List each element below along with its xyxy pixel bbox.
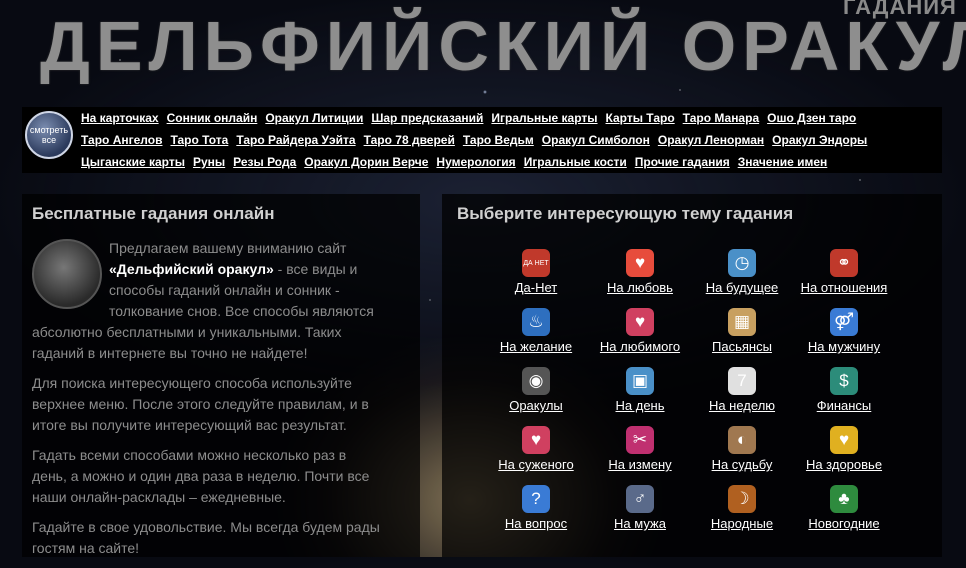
couple-icon: ⚭: [830, 249, 858, 277]
topic-item[interactable]: ◉ Оракулы: [486, 367, 586, 413]
menu-link[interactable]: Оракул Ленорман: [658, 133, 764, 147]
show-all-button[interactable]: смотреть все: [25, 111, 73, 159]
betrayal-icon: ✂: [626, 426, 654, 454]
people-icon: ⚤: [830, 308, 858, 336]
topic-item[interactable]: ♨ На желание: [486, 308, 586, 354]
clock-icon: ◷: [728, 249, 756, 277]
top-menu: смотреть все На карточках Сонник онлайн Ор…: [22, 107, 942, 173]
menu-link[interactable]: Оракул Симболон: [542, 133, 650, 147]
menu-link[interactable]: Руны: [193, 155, 225, 169]
menu-link[interactable]: Таро 78 дверей: [364, 133, 455, 147]
oracle-icon: ◉: [522, 367, 550, 395]
topic-item[interactable]: ♂ На мужа: [590, 485, 690, 531]
menu-link[interactable]: Таро Ведьм: [463, 133, 534, 147]
topic-item[interactable]: ДА НЕТ Да-Нет: [486, 249, 586, 295]
hand-heart-icon: ♥: [522, 426, 550, 454]
topic-item[interactable]: ▦ Пасьянсы: [692, 308, 792, 354]
topic-link[interactable]: Пасьянсы: [712, 339, 772, 354]
topic-item[interactable]: ◷ На будущее: [692, 249, 792, 295]
topic-item[interactable]: ⚤ На мужчину: [794, 308, 894, 354]
money-icon: $: [830, 367, 858, 395]
topic-item[interactable]: 7 На неделю: [692, 367, 792, 413]
menu-link[interactable]: Таро Тота: [170, 133, 228, 147]
topic-item[interactable]: ♥ На суженого: [486, 426, 586, 472]
menu-link[interactable]: Цыганские карты: [81, 155, 185, 169]
topic-link[interactable]: На любовь: [607, 280, 673, 295]
topic-link[interactable]: На день: [616, 398, 665, 413]
genie-lamp-icon: ♨: [522, 308, 550, 336]
topic-item[interactable]: ♥ На любимого: [590, 308, 690, 354]
topic-link[interactable]: Да-Нет: [515, 280, 558, 295]
menu-link[interactable]: Таро Манара: [683, 111, 759, 125]
menu-link[interactable]: Таро Ангелов: [81, 133, 162, 147]
topic-item[interactable]: ♥ На любовь: [590, 249, 690, 295]
menu-link[interactable]: Прочие гадания: [635, 155, 730, 169]
topic-item[interactable]: ⚭ На отношения: [794, 249, 894, 295]
topic-link[interactable]: На отношения: [801, 280, 888, 295]
menu-link[interactable]: Оракул Дорин Верче: [304, 155, 428, 169]
menu-link[interactable]: Игральные кости: [524, 155, 627, 169]
calendar-day-icon: ▣: [626, 367, 654, 395]
intro-panel: Бесплатные гадания онлайн Предлагаем ваш…: [22, 194, 420, 557]
menu-link[interactable]: Сонник онлайн: [167, 111, 258, 125]
menu-row-3: Цыганские карты Руны Резы Рода Оракул Дорин…: [81, 155, 835, 173]
topic-link[interactable]: На будущее: [706, 280, 779, 295]
folk-icon: ☽: [728, 485, 756, 513]
menu-row-1: На карточках Сонник онлайн Оракул Литиции Ш…: [81, 111, 864, 129]
menu-link[interactable]: Оракул Литиции: [265, 111, 363, 125]
menu-link[interactable]: Резы Рода: [233, 155, 296, 169]
menu-link[interactable]: Значение имен: [738, 155, 828, 169]
topic-link[interactable]: Оракулы: [509, 398, 563, 413]
menu-link[interactable]: Оракул Эндоры: [772, 133, 867, 147]
menu-link[interactable]: Игральные карты: [491, 111, 597, 125]
topics-panel: Выберите интересующую тему гадания ДА НЕ…: [442, 194, 942, 557]
topic-link[interactable]: Народные: [711, 516, 773, 531]
topic-item[interactable]: ♣ Новогодние: [794, 485, 894, 531]
yes-no-icon: ДА НЕТ: [522, 249, 550, 277]
topic-link[interactable]: На мужчину: [808, 339, 880, 354]
topic-link[interactable]: На судьбу: [712, 457, 773, 472]
intro-text: Предлагаем вашему вниманию сайт «Дельфий…: [32, 240, 380, 556]
site-logo-title[interactable]: ДЕЛЬФИЙСКИЙ ОРАКУЛ: [40, 6, 966, 86]
topic-link[interactable]: Новогодние: [808, 516, 879, 531]
topics-title: Выберите интересующую тему гадания: [457, 204, 794, 223]
fate-icon: ◐: [728, 426, 756, 454]
heart-icon: ♥: [626, 308, 654, 336]
menu-link[interactable]: Ошо Дзен таро: [767, 111, 856, 125]
menu-link[interactable]: Таро Райдера Уэйта: [236, 133, 355, 147]
menu-link[interactable]: Нумерология: [436, 155, 515, 169]
menu-link[interactable]: На карточках: [81, 111, 159, 125]
question-icon: ?: [522, 485, 550, 513]
intro-title: Бесплатные гадания онлайн: [32, 204, 275, 223]
topic-link[interactable]: На здоровье: [806, 457, 882, 472]
menu-link[interactable]: Карты Таро: [606, 111, 675, 125]
topic-item[interactable]: ☽ Народные: [692, 485, 792, 531]
menu-row-2: Таро Ангелов Таро Тота Таро Райдера Уэйта Т…: [81, 133, 875, 151]
calendar-week-icon: 7: [728, 367, 756, 395]
topic-link[interactable]: Финансы: [817, 398, 872, 413]
topic-link[interactable]: На неделю: [709, 398, 775, 413]
hearts-icon: ♥: [626, 249, 654, 277]
topic-link[interactable]: На желание: [500, 339, 572, 354]
topic-item[interactable]: ✂ На измену: [590, 426, 690, 472]
topic-item[interactable]: ♥ На здоровье: [794, 426, 894, 472]
topic-link[interactable]: На суженого: [498, 457, 573, 472]
topic-item[interactable]: ? На вопрос: [486, 485, 586, 531]
topic-link[interactable]: На любимого: [600, 339, 680, 354]
husband-icon: ♂: [626, 485, 654, 513]
site-logo-subtitle: ГАДАНИЯ: [843, 0, 957, 19]
topic-item[interactable]: $ Финансы: [794, 367, 894, 413]
topic-item[interactable]: ◐ На судьбу: [692, 426, 792, 472]
tree-icon: ♣: [830, 485, 858, 513]
topic-link[interactable]: На вопрос: [505, 516, 567, 531]
health-icon: ♥: [830, 426, 858, 454]
cards-icon: ▦: [728, 308, 756, 336]
topic-link[interactable]: На измену: [608, 457, 671, 472]
topic-item[interactable]: ▣ На день: [590, 367, 690, 413]
topic-link[interactable]: На мужа: [614, 516, 666, 531]
menu-link[interactable]: Шар предсказаний: [371, 111, 483, 125]
